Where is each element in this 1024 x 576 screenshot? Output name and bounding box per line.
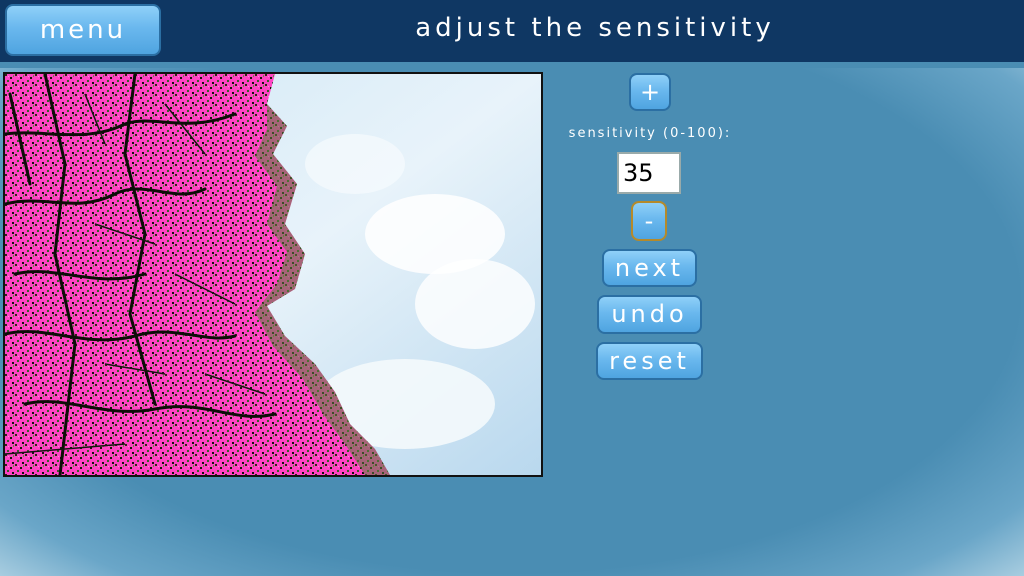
page-title: adjust the sensitivity [415, 13, 775, 43]
undo-button[interactable]: undo [597, 295, 702, 334]
sensitivity-input[interactable] [617, 152, 681, 194]
reset-button[interactable]: reset [596, 342, 703, 380]
increase-sensitivity-button[interactable]: + [629, 73, 671, 111]
sensitivity-label: sensitivity (0-100): [568, 126, 732, 141]
menu-button[interactable]: menu [5, 4, 161, 56]
next-button[interactable]: next [602, 249, 697, 287]
tree-photo-image [5, 74, 541, 475]
photo-canvas[interactable] [3, 72, 543, 477]
decrease-sensitivity-button[interactable]: - [631, 201, 667, 241]
